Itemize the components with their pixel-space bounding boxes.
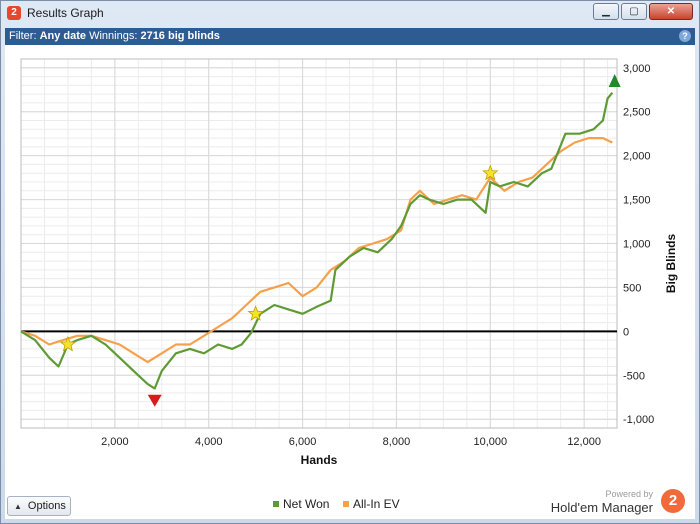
y-tick-label: 2,500 <box>623 107 651 119</box>
window-controls: ▁ ▢ ✕ <box>593 3 693 20</box>
caret-up-icon: ▲ <box>14 501 22 511</box>
series-line-all-in-ev <box>20 137 613 364</box>
close-button[interactable]: ✕ <box>649 3 693 20</box>
app-icon: 2 <box>7 6 21 20</box>
window-title: Results Graph <box>27 6 104 20</box>
help-icon[interactable]: ? <box>679 30 691 42</box>
x-tick-label: 8,000 <box>383 436 411 448</box>
x-tick-label: 2,000 <box>101 436 129 448</box>
winnings-label: Winnings: <box>89 30 138 42</box>
y-tick-label: 1,000 <box>623 239 651 251</box>
legend-swatch <box>273 501 279 507</box>
y-tick-label: 0 <box>623 326 629 338</box>
y-axis-title: Big Blinds <box>664 234 678 294</box>
x-axis-title: Hands <box>301 453 338 467</box>
filter-value[interactable]: Any date <box>40 30 86 42</box>
x-tick-label: 10,000 <box>473 436 507 448</box>
high-point-marker <box>608 73 621 87</box>
brand-name: Hold'em Manager <box>550 500 653 515</box>
options-label: Options <box>27 500 66 512</box>
powered-by-text: Powered by <box>605 489 653 499</box>
results-graph-window: 2 Results Graph ▁ ▢ ✕ Filter: Any date W… <box>0 0 700 524</box>
options-button[interactable]: ▲ Options <box>7 496 71 516</box>
chart-panel: 2,000 4,000 6,000 8,000 10,000 12,000 3,000 2,5… <box>5 45 695 519</box>
series-line-net-won <box>20 92 614 390</box>
y-tick-label: 3,000 <box>623 63 651 75</box>
filter-label: Filter: <box>9 30 37 42</box>
title-bar[interactable]: 2 Results Graph ▁ ▢ ✕ <box>1 1 699 27</box>
y-tick-label: -1,000 <box>623 414 654 426</box>
y-tick-label: 1,500 <box>623 195 651 207</box>
y-tick-label: 2,000 <box>623 151 651 163</box>
legend-label: All-In EV <box>353 497 400 511</box>
y-tick-label: 500 <box>623 282 641 294</box>
legend-swatch <box>343 501 349 507</box>
legend-label: Net Won <box>283 497 329 511</box>
maximize-button[interactable]: ▢ <box>621 3 647 20</box>
y-tick-label: -500 <box>623 370 645 382</box>
minimize-button[interactable]: ▁ <box>593 3 619 20</box>
filter-bar: Filter: Any date Winnings: 2716 big blin… <box>5 28 695 45</box>
results-chart: 2,000 4,000 6,000 8,000 10,000 12,000 3,000 2,5… <box>20 58 678 511</box>
low-point-marker <box>147 394 162 407</box>
x-tick-label: 4,000 <box>195 436 223 448</box>
x-tick-label: 6,000 <box>289 436 317 448</box>
hem-logo: 2 <box>661 489 685 513</box>
x-tick-label: 12,000 <box>567 436 601 448</box>
winnings-value: 2716 big blinds <box>140 30 220 42</box>
